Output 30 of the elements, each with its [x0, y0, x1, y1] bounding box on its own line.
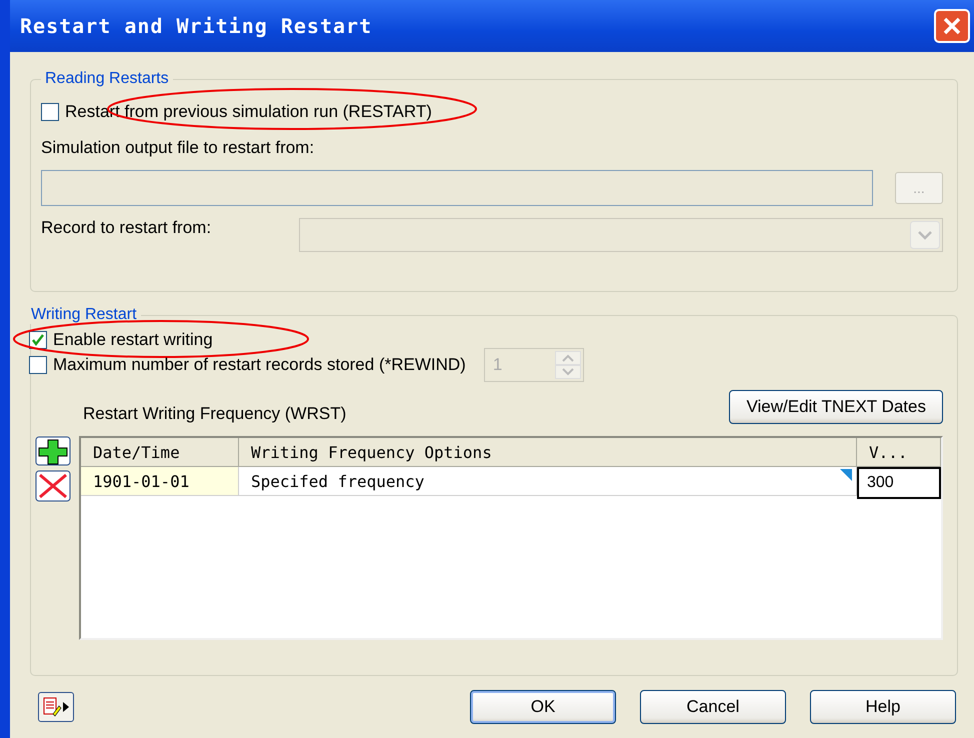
- column-header[interactable]: Writing Frequency Options: [239, 438, 857, 467]
- dialog-button[interactable]: Help: [810, 690, 956, 724]
- spin-arrows-icon: [554, 351, 581, 379]
- checkbox[interactable]: [41, 103, 59, 121]
- group-title: Writing Restart: [30, 306, 138, 324]
- close-button[interactable]: [934, 9, 970, 43]
- script-menu-button[interactable]: [38, 692, 74, 722]
- window-title: Restart and Writing Restart: [20, 14, 372, 38]
- file-field[interactable]: [41, 170, 873, 206]
- add-row-icon[interactable]: [35, 436, 71, 466]
- tnext-button[interactable]: View/Edit TNEXT Dates: [729, 390, 943, 424]
- checkbox[interactable]: [29, 356, 47, 374]
- chevron-down-icon: [910, 221, 940, 249]
- table-cell[interactable]: 300: [857, 467, 941, 499]
- table-cell[interactable]: 1901-01-01: [81, 467, 239, 496]
- checkbox-label: Maximum number of restart records stored (*REWIND): [53, 355, 466, 375]
- column-header[interactable]: Date/Time: [81, 438, 239, 467]
- group-title: Reading Restarts: [44, 70, 170, 88]
- delete-row-icon[interactable]: [35, 470, 71, 502]
- corner-marker-icon: [840, 469, 852, 481]
- table-cell[interactable]: Specifed frequency: [239, 467, 857, 496]
- checkbox-label: Enable restart writing: [53, 330, 213, 350]
- column-header[interactable]: V...: [857, 438, 941, 467]
- section-label: Restart Writing Frequency (WRST): [83, 404, 346, 424]
- checkbox[interactable]: [29, 331, 47, 349]
- field-label: Simulation output file to restart from:: [41, 138, 316, 158]
- field-label: Record to restart from:: [41, 218, 212, 238]
- dialog-button[interactable]: Cancel: [640, 690, 786, 724]
- dialog-button[interactable]: OK: [470, 690, 616, 724]
- close-icon: [942, 16, 962, 36]
